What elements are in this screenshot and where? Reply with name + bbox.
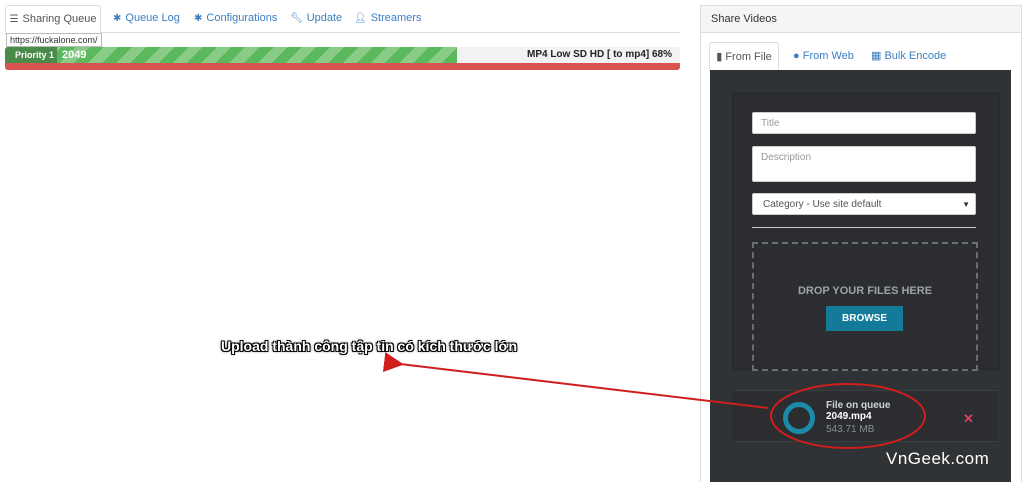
tab-label: From Web <box>802 50 854 62</box>
server-icon: ☰ <box>9 14 19 25</box>
cubes-icon: ▦ <box>871 50 882 62</box>
tab-label: From File <box>725 51 772 63</box>
annotation-text: Upload thành công tập tin có kích thước … <box>221 338 518 354</box>
tab-sharing-queue[interactable]: ☰ Sharing Queue <box>5 5 101 34</box>
panel-title: Share Videos <box>701 6 1021 33</box>
queue-status: File on queue <box>826 400 891 411</box>
title-input[interactable]: Title <box>752 112 976 134</box>
divider <box>752 227 976 228</box>
file-icon: ▮ <box>716 51 723 63</box>
gear-icon: ✱ <box>194 13 203 24</box>
url-tooltip: https://fuckalone.com/ <box>6 33 102 47</box>
browse-button[interactable]: BROWSE <box>826 306 903 331</box>
tab-queue-log[interactable]: ✱ Queue Log <box>113 5 180 31</box>
tab-from-web[interactable]: ● From Web <box>793 42 854 71</box>
queue-filesize: 543.71 MB <box>826 424 875 435</box>
tab-configurations[interactable]: ✱ Configurations <box>194 5 277 31</box>
tab-label: Configurations <box>206 12 278 24</box>
queue-progress-bar: Priority 1 2049 MP4 Low SD HD [ to mp4] … <box>5 47 680 63</box>
watermark: VnGeek.com <box>886 449 990 468</box>
tab-label: Queue Log <box>125 12 180 24</box>
globe-icon: ● <box>793 50 800 62</box>
queue-item: File on queue 2049.mp4 543.71 MB ✕ <box>732 390 998 442</box>
tab-from-file[interactable]: ▮ From File <box>709 42 779 72</box>
tab-label: Bulk Encode <box>884 50 947 62</box>
gear-icon: ✱ <box>113 13 122 24</box>
tab-label: Sharing Queue <box>22 13 97 25</box>
share-videos-panel: Share Videos ▮ From File ● From Web ▦ Bu… <box>700 5 1022 482</box>
drop-text: DROP YOUR FILES HERE <box>797 285 933 297</box>
priority-label: Priority 1 <box>15 50 55 60</box>
wrench-icon: 🔧︎ <box>290 13 303 24</box>
category-select[interactable]: Category - Use site default ▼ <box>752 193 976 215</box>
tab-streamers[interactable]: 👤︎ Streamers <box>354 5 421 31</box>
queue-tabs: ☰ Sharing Queue ✱ Queue Log ✱ Configuration… <box>5 5 680 34</box>
queue-filename: 2049.mp4 <box>826 411 872 422</box>
tab-label: Streamers <box>370 12 422 24</box>
description-textarea[interactable]: Description <box>752 146 976 182</box>
drop-zone[interactable]: DROP YOUR FILES HERE BROWSE <box>752 242 978 371</box>
queue-count: 2049 <box>62 49 87 61</box>
progress-text: MP4 Low SD HD [ to mp4] 68% <box>526 49 672 60</box>
tab-update[interactable]: 🔧︎ Update <box>290 5 342 31</box>
loading-spinner-icon <box>783 402 815 434</box>
user-icon: 👤︎ <box>354 13 367 24</box>
progress-remaining-bar <box>5 63 680 70</box>
tab-label: Update <box>306 12 343 24</box>
upload-area: Title Description Category - Use site de… <box>710 70 1011 482</box>
upload-form: Title Description Category - Use site de… <box>732 92 1000 371</box>
category-value: Category - Use site default <box>763 199 882 210</box>
tab-bulk-encode[interactable]: ▦ Bulk Encode <box>871 42 946 71</box>
caret-down-icon: ▼ <box>962 200 970 209</box>
remove-icon[interactable]: ✕ <box>963 411 974 427</box>
